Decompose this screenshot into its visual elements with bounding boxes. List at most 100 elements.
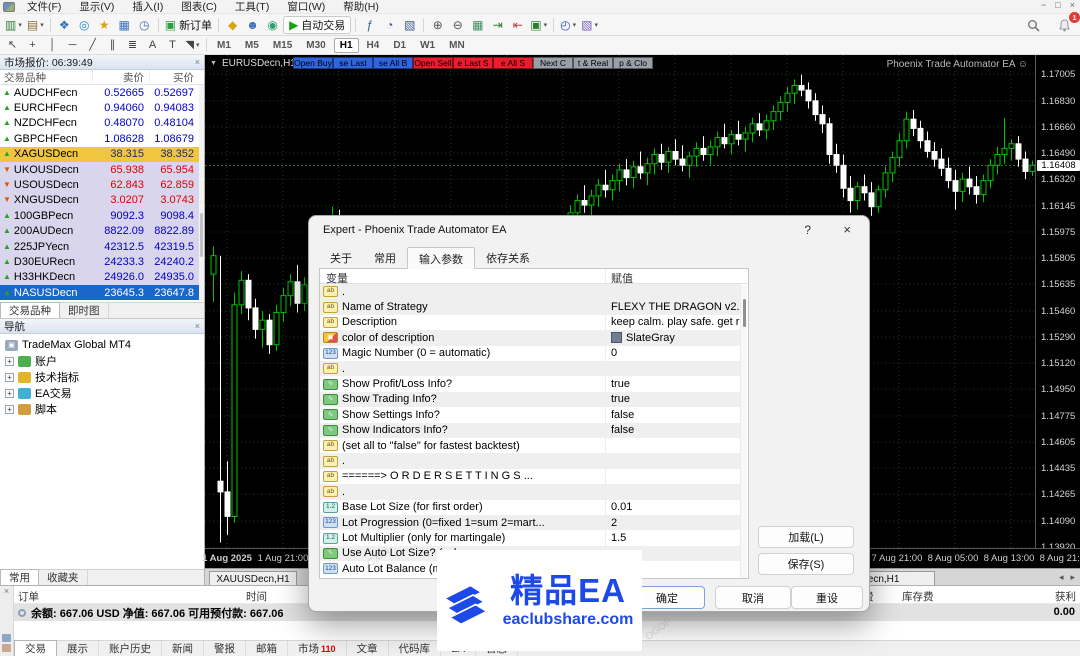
menu-item-工具(T)[interactable]: 工具(T) bbox=[226, 0, 278, 14]
label-tool[interactable]: T bbox=[163, 36, 182, 54]
menu-item-帮助(H)[interactable]: 帮助(H) bbox=[334, 0, 388, 14]
navigator-root[interactable]: ▣TradeMax Global MT4 bbox=[0, 337, 204, 353]
ea-button-t-&-Real[interactable]: t & Real bbox=[573, 57, 613, 69]
parameter-row[interactable]: abName of StrategyFLEXY THE DRAGON v2.7 bbox=[320, 299, 740, 314]
load-button[interactable]: 加载(L) bbox=[758, 526, 854, 548]
trendline-tool[interactable]: ╱ bbox=[83, 36, 102, 54]
ea-button-Next-C[interactable]: Next C bbox=[533, 57, 573, 69]
zoom-out-button[interactable]: ⊖ bbox=[448, 16, 467, 34]
notifications-button[interactable]: 1 bbox=[1055, 16, 1074, 34]
dialog-tab-输入参数[interactable]: 输入参数 bbox=[407, 247, 475, 269]
close-icon[interactable]: × bbox=[195, 321, 200, 331]
navigator-item-indicators[interactable]: +技术指标 bbox=[0, 369, 204, 385]
experts-button[interactable]: ◆ bbox=[223, 16, 242, 34]
docs-button[interactable]: ▣▾ bbox=[528, 16, 549, 34]
crosshair-tool[interactable]: + bbox=[23, 36, 42, 54]
ea-button-Open-Sell[interactable]: Open Sell bbox=[413, 57, 453, 69]
chart-shift-button[interactable]: ⇤ bbox=[508, 16, 527, 34]
market-watch-scrollbar[interactable] bbox=[199, 85, 204, 301]
save-button[interactable]: 保存(S) bbox=[758, 553, 854, 575]
parameter-row[interactable]: ab. bbox=[320, 453, 740, 468]
tab-收藏夹[interactable]: 收藏夹 bbox=[39, 570, 88, 585]
terminal-tab-展示[interactable]: 展示 bbox=[57, 641, 99, 656]
parameter-row[interactable]: ab======> O R D E R S E T T I N G S ... bbox=[320, 469, 740, 484]
timeframe-W1[interactable]: W1 bbox=[414, 38, 441, 53]
restore-button[interactable]: □ bbox=[1055, 0, 1060, 10]
timeframe-M15[interactable]: M15 bbox=[267, 38, 298, 53]
parameter-row[interactable]: ∿Show Profit/Loss Info?true bbox=[320, 376, 740, 391]
cancel-button[interactable]: 取消 bbox=[715, 586, 791, 609]
parameter-row[interactable]: ∿Show Trading Info?true bbox=[320, 392, 740, 407]
table-scrollbar[interactable] bbox=[740, 285, 747, 578]
dock-icon[interactable] bbox=[2, 634, 11, 642]
menu-item-显示(V)[interactable]: 显示(V) bbox=[70, 0, 123, 14]
parameter-value[interactable]: 0 bbox=[611, 347, 617, 359]
symbol-row-H33HKDecn[interactable]: ▲H33HKDecn24926.024935.0 bbox=[0, 270, 204, 285]
profiles-button[interactable]: ▤▾ bbox=[25, 16, 46, 34]
terminal-tab-邮箱[interactable]: 邮箱 bbox=[246, 641, 288, 656]
favorites-button[interactable]: ★ bbox=[95, 16, 114, 34]
tab-即时图[interactable]: 即时图 bbox=[60, 303, 109, 318]
symbol-row-100GBPecn[interactable]: ▲100GBPecn9092.39098.4 bbox=[0, 208, 204, 223]
cursor-tool[interactable]: ↖ bbox=[3, 36, 22, 54]
navigator-item-accounts[interactable]: +账户 bbox=[0, 353, 204, 369]
terminal-tab-市场[interactable]: 市场110 bbox=[288, 641, 347, 656]
scroll-right-icon[interactable]: ▸ bbox=[1068, 572, 1077, 583]
parameter-row[interactable]: ∿Show Settings Info?false bbox=[320, 407, 740, 422]
parameter-row[interactable]: ab(set all to "false" for fastest backte… bbox=[320, 438, 740, 453]
ea-button-se-All-B[interactable]: se All B bbox=[373, 57, 413, 69]
channel-tool[interactable]: ∥ bbox=[103, 36, 122, 54]
terminal-tab-账户历史[interactable]: 账户历史 bbox=[99, 641, 162, 656]
accounts-button[interactable]: ☻ bbox=[243, 16, 262, 34]
parameter-row[interactable]: 1.2Lot Multiplier (only for martingale)1… bbox=[320, 530, 740, 545]
parameter-row[interactable]: abDescriptionkeep calm. play safe. get r… bbox=[320, 315, 740, 330]
menu-item-窗口(W)[interactable]: 窗口(W) bbox=[278, 0, 334, 14]
reset-button[interactable]: 重设 bbox=[791, 586, 863, 609]
expand-icon[interactable]: + bbox=[5, 389, 14, 398]
market-watch-button[interactable]: ▦ bbox=[115, 16, 134, 34]
symbol-row-GBPCHFecn[interactable]: ▲GBPCHFecn1.086281.08679 bbox=[0, 131, 204, 146]
search-button[interactable] bbox=[1024, 16, 1043, 34]
timeframe-D1[interactable]: D1 bbox=[387, 38, 412, 53]
menu-item-图表(C)[interactable]: 图表(C) bbox=[172, 0, 226, 14]
clock-button[interactable]: ◴▾ bbox=[558, 16, 578, 34]
refresh-button[interactable]: ◉ bbox=[263, 16, 282, 34]
close-button[interactable]: × bbox=[1070, 0, 1075, 10]
ea-button-e-All-S[interactable]: e All S bbox=[493, 57, 533, 69]
parameter-value[interactable]: SlateGray bbox=[611, 332, 675, 344]
ea-button-se-Last[interactable]: se Last bbox=[333, 57, 373, 69]
terminal-tab-代码库[interactable]: 代码库 bbox=[389, 641, 442, 656]
auto-scroll-button[interactable]: ⇥ bbox=[488, 16, 507, 34]
parameter-row[interactable]: ∿Show Indicators Info?false bbox=[320, 423, 740, 438]
symbol-row-D30EURecn[interactable]: ▲D30EURecn24233.324240.2 bbox=[0, 254, 204, 269]
fibonacci-tool[interactable]: ≣ bbox=[123, 36, 142, 54]
parameter-value[interactable]: true bbox=[611, 393, 630, 405]
parameter-row[interactable]: 123Magic Number (0 = automatic)0 bbox=[320, 346, 740, 361]
timeframe-M5[interactable]: M5 bbox=[239, 38, 265, 53]
scrollbar-thumb[interactable] bbox=[743, 299, 746, 327]
navigator-item-expert-advisors[interactable]: +EA交易 bbox=[0, 385, 204, 401]
close-icon[interactable]: × bbox=[4, 586, 9, 596]
autotrading-button[interactable]: ▶自动交易 bbox=[283, 16, 351, 34]
timeframe-MN[interactable]: MN bbox=[443, 38, 471, 53]
parameter-value[interactable]: false bbox=[611, 424, 634, 436]
expand-icon[interactable]: + bbox=[5, 373, 14, 382]
expand-icon[interactable]: + bbox=[5, 357, 14, 366]
menu-item-文件(F)[interactable]: 文件(F) bbox=[18, 0, 70, 14]
parameter-row[interactable]: ▣color of descriptionSlateGray bbox=[320, 330, 740, 345]
terminal-tab-警报[interactable]: 警报 bbox=[204, 641, 246, 656]
symbol-row-USOUSDecn[interactable]: ▼USOUSDecn62.84362.859 bbox=[0, 177, 204, 192]
parameter-value[interactable]: 2 bbox=[611, 517, 617, 529]
menu-item-插入(I)[interactable]: 插入(I) bbox=[123, 0, 172, 14]
parameter-value[interactable]: 0.01 bbox=[611, 501, 632, 513]
chevron-down-icon[interactable]: ▼ bbox=[210, 60, 217, 67]
help-button[interactable]: ? bbox=[804, 223, 811, 237]
ea-button-Open-Buy[interactable]: Open Buy bbox=[293, 57, 333, 69]
symbol-row-AUDCHFecn[interactable]: ▲AUDCHFecn0.526650.52697 bbox=[0, 85, 204, 100]
templates-button[interactable]: ▧ bbox=[400, 16, 419, 34]
price-axis[interactable]: 1.170051.168301.166601.164901.163201.161… bbox=[1035, 55, 1080, 548]
data-window-button[interactable]: ◷ bbox=[135, 16, 154, 34]
chart-tab-XAUUSDecn,H1[interactable]: XAUUSDecn,H1 bbox=[209, 571, 297, 586]
periods-button[interactable]: ◔ bbox=[380, 16, 399, 34]
shapes-tool[interactable]: ◥▾ bbox=[183, 36, 202, 54]
